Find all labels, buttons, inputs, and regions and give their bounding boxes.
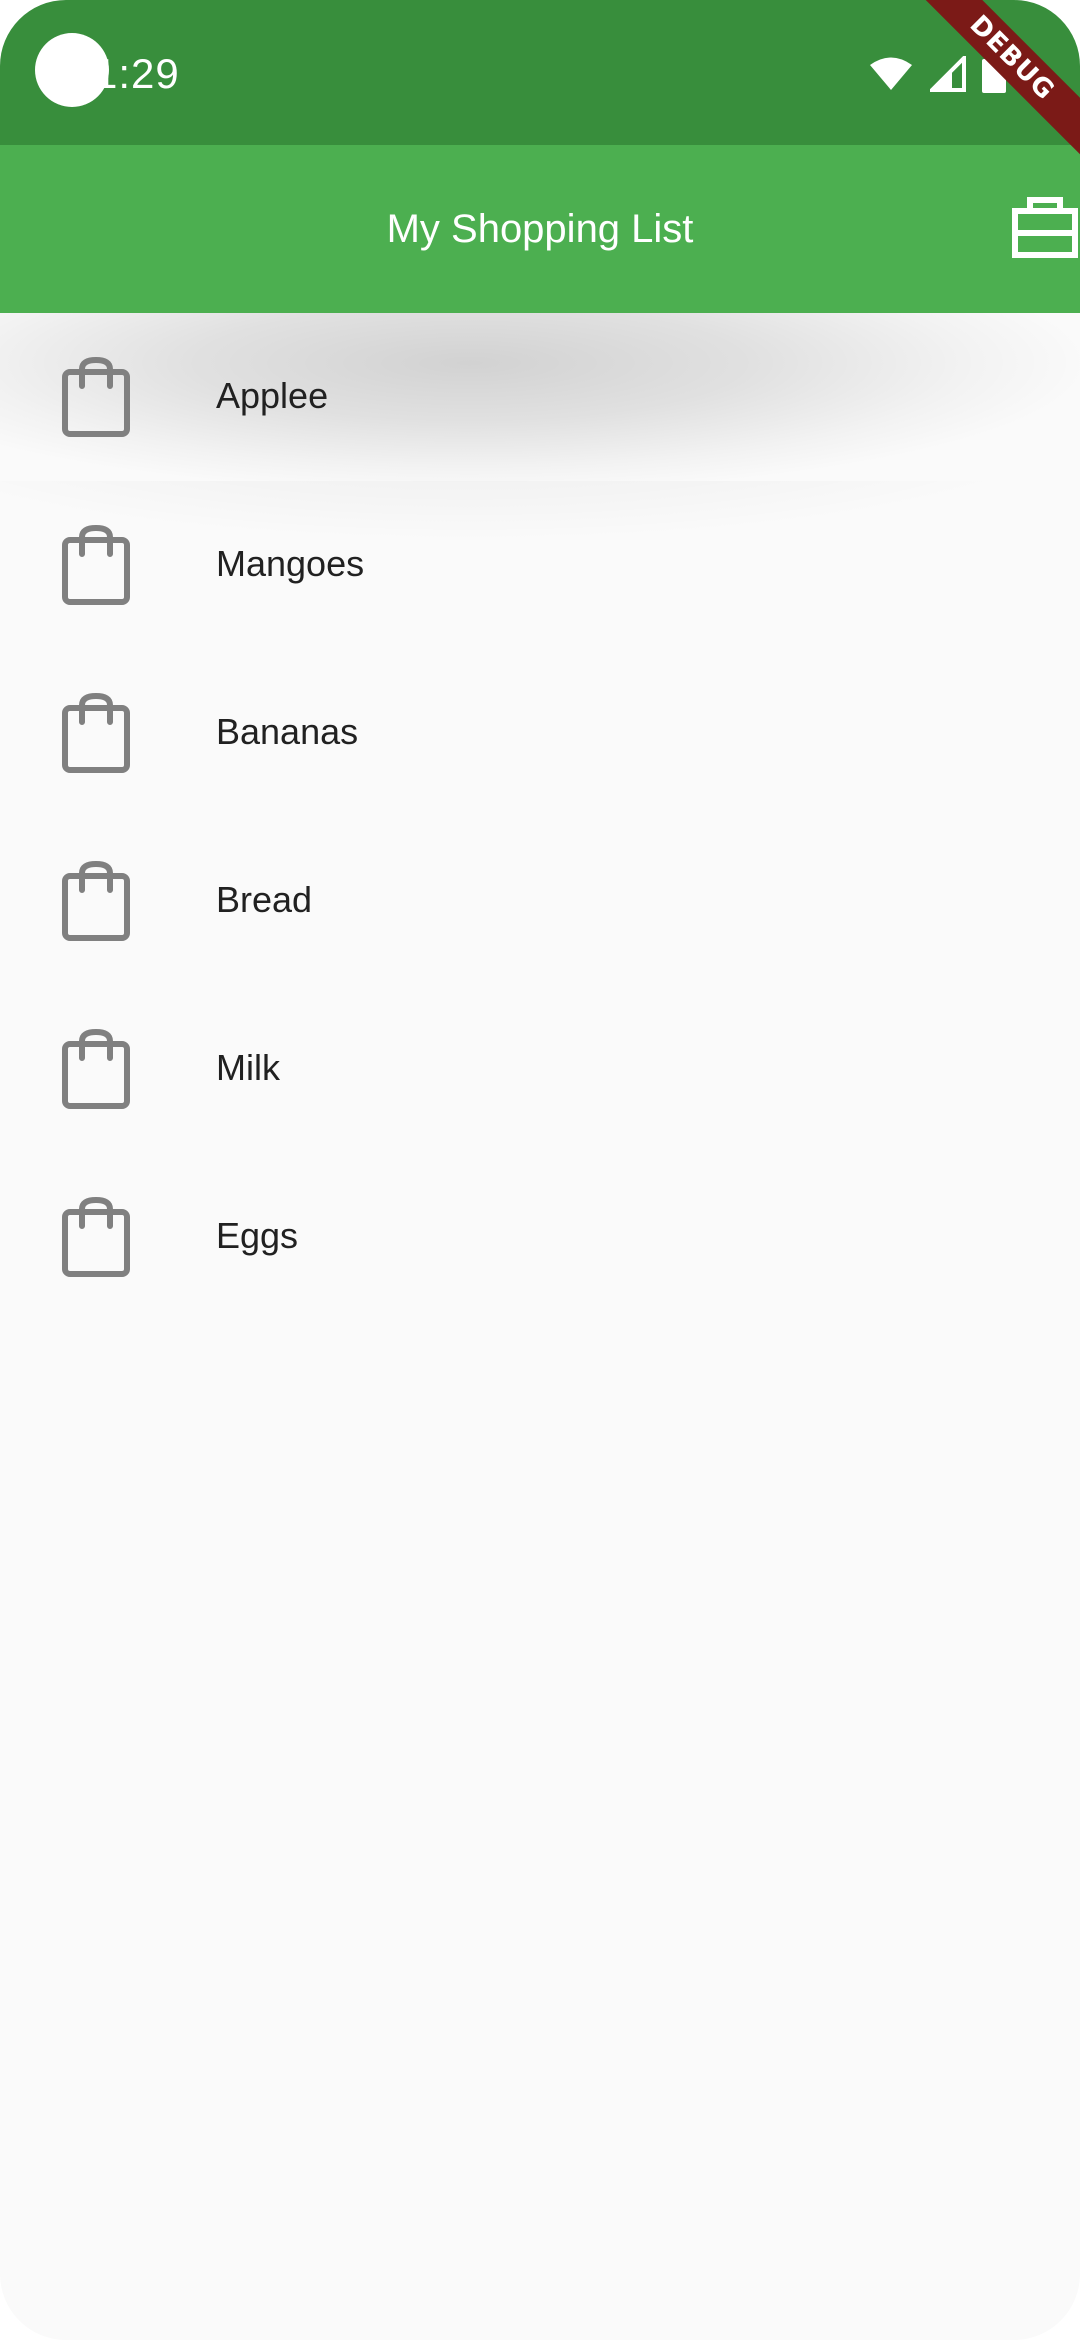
shopping-bag-icon xyxy=(62,861,130,941)
app-screen: 1:29 DEBUG My Shopping List Applee Mango… xyxy=(0,0,1080,2340)
list-item-label: Applee xyxy=(216,375,329,416)
list-item-label: Mangoes xyxy=(216,543,365,584)
list-item[interactable]: Mangoes xyxy=(0,481,1080,649)
briefcase-icon[interactable] xyxy=(1010,195,1080,265)
shopping-bag-icon xyxy=(62,1197,130,1277)
list-item[interactable]: Applee xyxy=(0,313,1080,481)
app-title: My Shopping List xyxy=(386,207,694,251)
list-item-label: Bread xyxy=(216,879,313,920)
list-item-label: Bananas xyxy=(216,711,359,752)
list-item-label: Eggs xyxy=(216,1215,299,1256)
shopping-bag-icon xyxy=(62,357,130,437)
list-item-label: Milk xyxy=(216,1047,280,1088)
cellular-signal-icon xyxy=(930,56,966,92)
wifi-icon xyxy=(868,56,914,92)
app-bar: My Shopping List xyxy=(0,145,1080,313)
list-item[interactable]: Bread xyxy=(0,817,1080,985)
list-item[interactable]: Bananas xyxy=(0,649,1080,817)
list-item[interactable]: Milk xyxy=(0,985,1080,1153)
shopping-bag-icon xyxy=(62,693,130,773)
status-time: 1:29 xyxy=(94,50,180,97)
shopping-list: Applee Mangoes Bananas Bread Milk Eggs xyxy=(0,313,1080,1321)
shopping-bag-icon xyxy=(62,525,130,605)
status-icons xyxy=(868,55,1006,93)
status-bar: 1:29 xyxy=(0,0,1080,145)
shopping-bag-icon xyxy=(62,1029,130,1109)
list-item[interactable]: Eggs xyxy=(0,1153,1080,1321)
